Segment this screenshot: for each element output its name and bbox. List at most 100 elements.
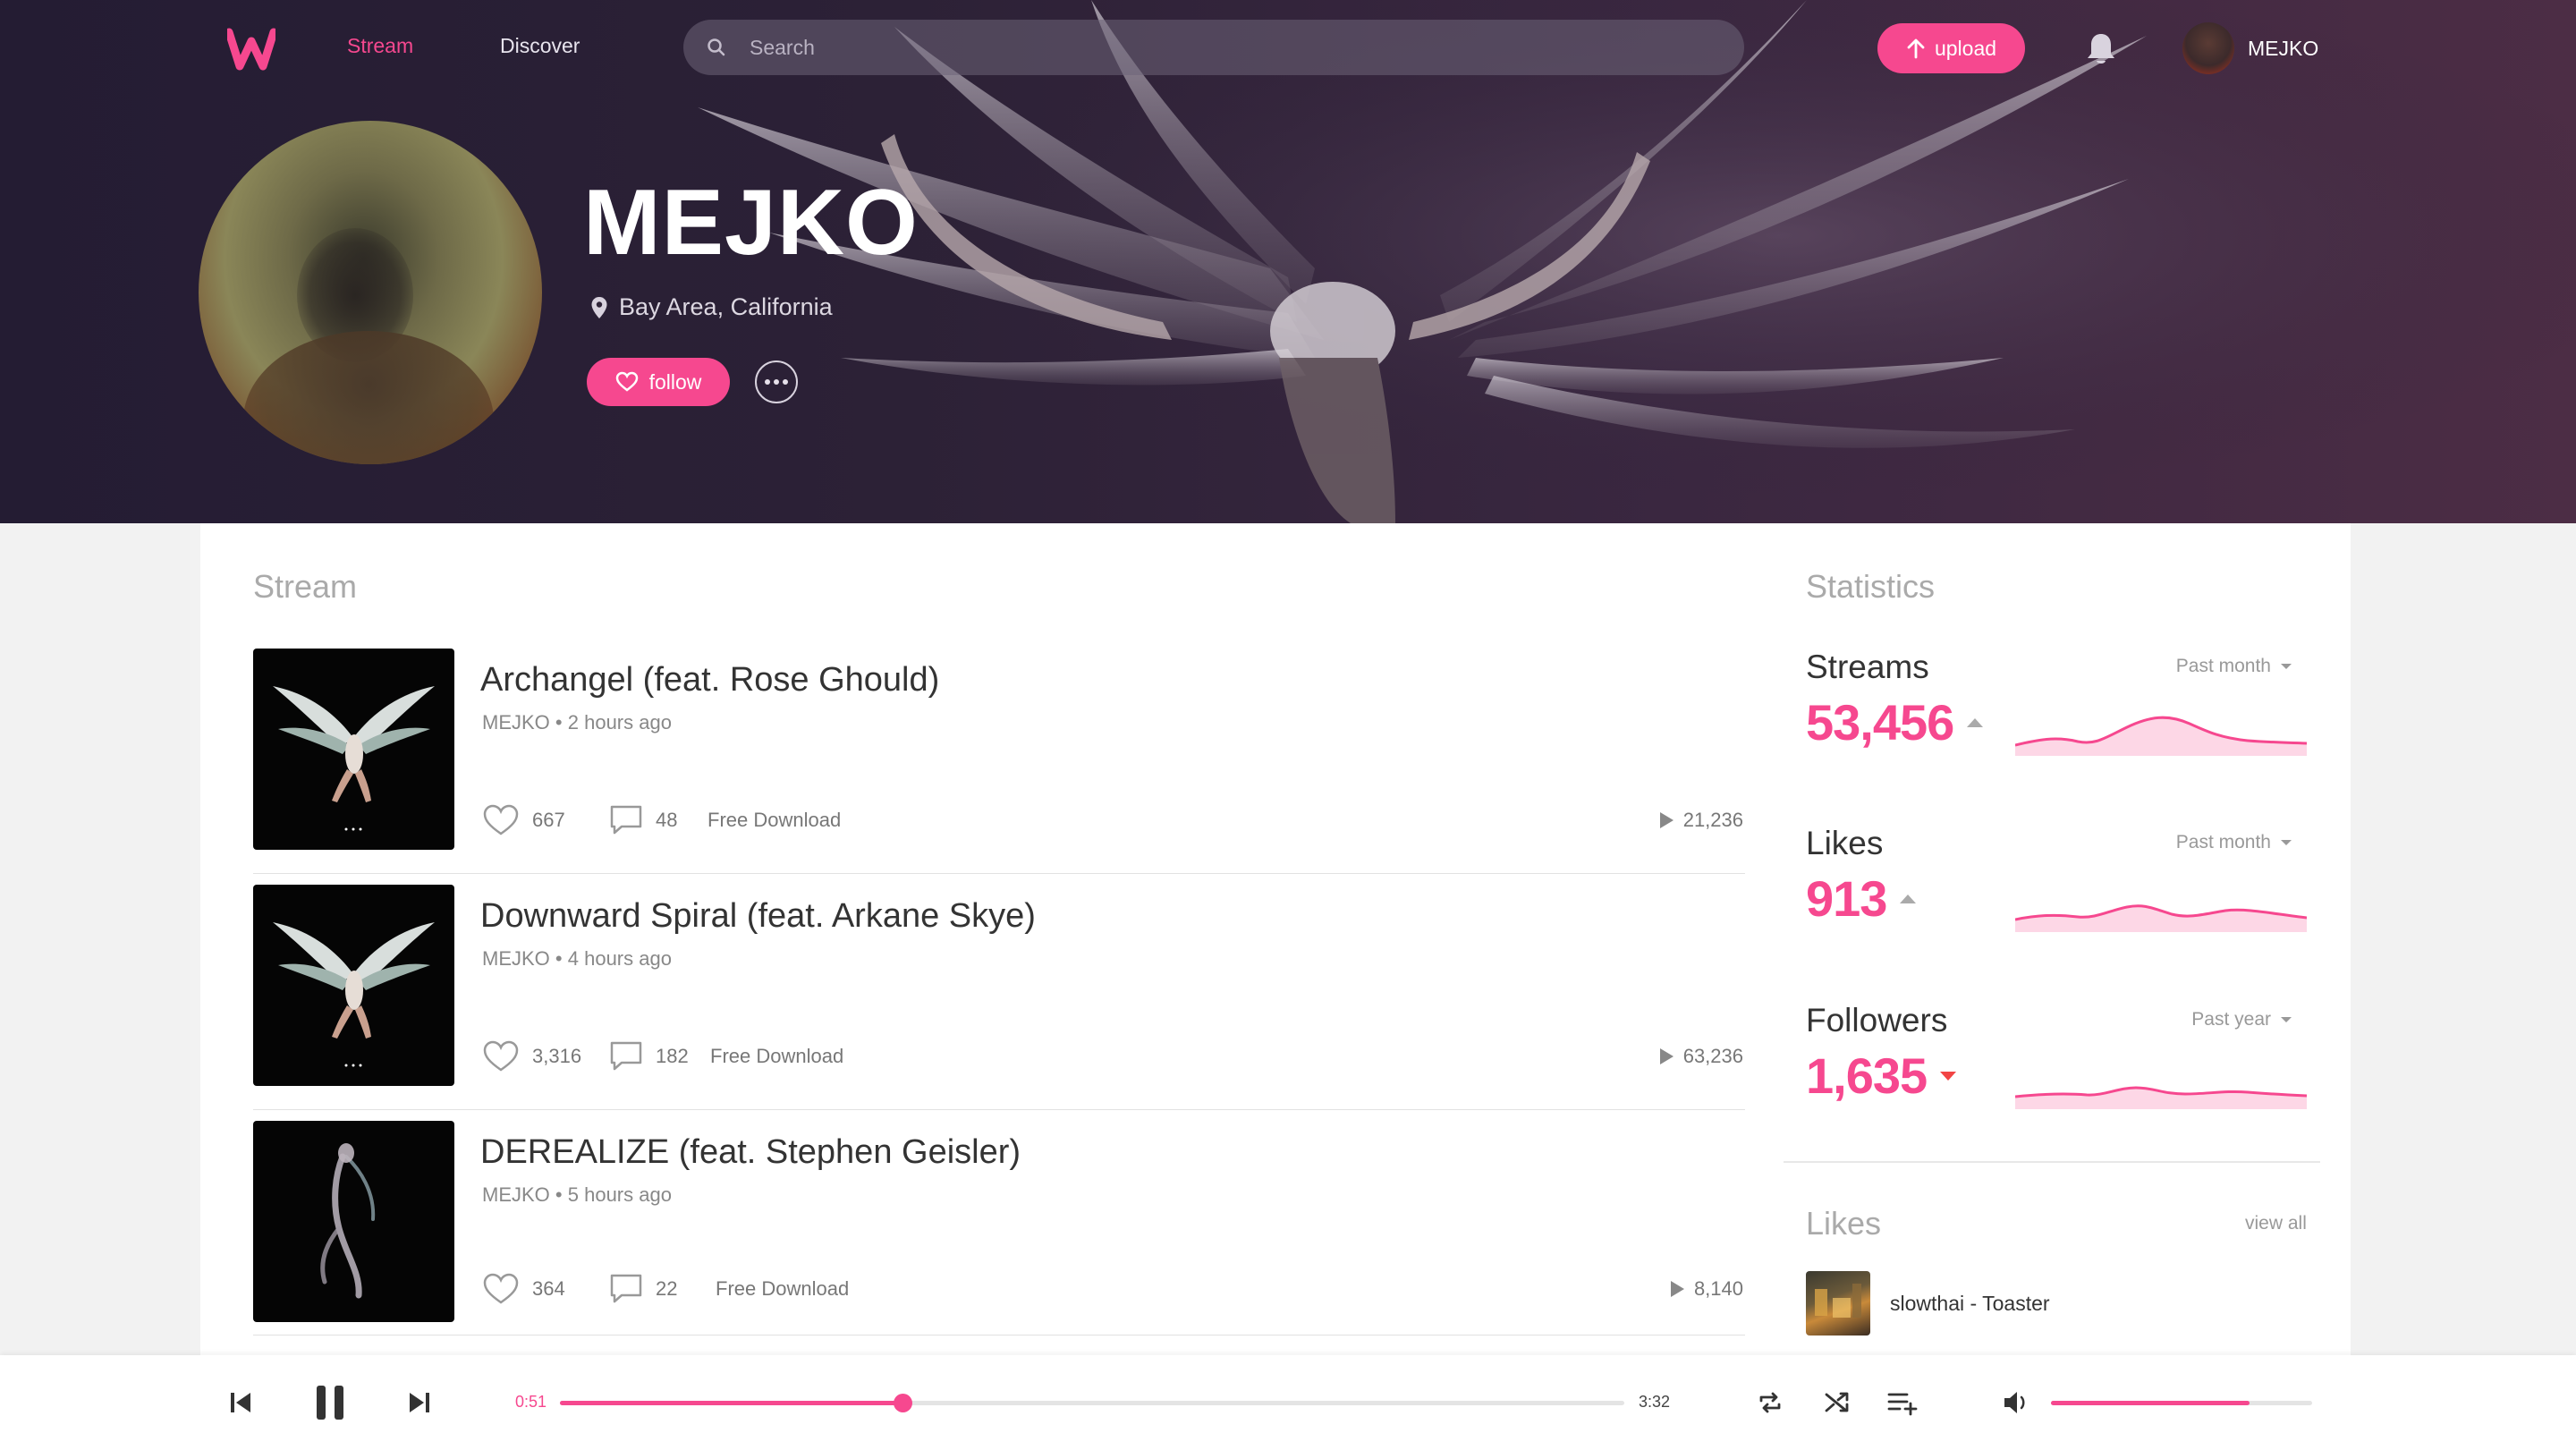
stream-section-title: Stream — [253, 568, 358, 605]
likes-section-title: Likes — [1806, 1205, 1882, 1242]
like-count: 667 — [532, 809, 565, 831]
nav-stream-link[interactable]: Stream — [347, 34, 413, 58]
track-title[interactable]: Archangel (feat. Rose Ghould) — [480, 661, 939, 700]
arrow-up-icon — [1907, 38, 1925, 59]
comment-icon — [610, 1274, 642, 1303]
comment-icon — [610, 1041, 642, 1071]
upload-button[interactable]: upload — [1877, 23, 2025, 73]
statistics-section-title: Statistics — [1806, 568, 1936, 605]
progress-bar[interactable] — [560, 1394, 1624, 1412]
volume-slider[interactable] — [2051, 1401, 2312, 1405]
track-row: Archangel (feat. Rose Ghould) MEJKO • 2 … — [253, 649, 1745, 874]
track-cover-art[interactable] — [253, 1121, 454, 1322]
stat-range-dropdown[interactable]: Past month — [2176, 656, 2292, 677]
likes-sparkline — [2015, 904, 2307, 932]
caret-down-icon — [2281, 664, 2292, 669]
play-count: 21,236 — [1658, 801, 1743, 840]
location-pin-icon — [591, 296, 607, 318]
track-actions: 667 48 Free Download 21,236 — [482, 801, 1743, 840]
play-count-icon — [1670, 1281, 1684, 1297]
previous-track-icon[interactable] — [229, 1391, 252, 1414]
track-actions: 3,316 182 Free Download 63,236 — [482, 1037, 1743, 1076]
comment-count: 22 — [656, 1277, 678, 1300]
trend-down-icon — [1940, 1071, 1957, 1081]
play-count: 8,140 — [1669, 1269, 1743, 1309]
top-navigation: Stream Discover upload MEJKO — [0, 0, 2576, 97]
liked-track-item[interactable]: slowthai - Toaster — [1806, 1271, 2050, 1336]
heart-icon — [615, 371, 638, 392]
like-count: 364 — [532, 1277, 565, 1300]
track-meta: MEJKO • 4 hours ago — [482, 947, 672, 971]
caret-down-icon — [2281, 840, 2292, 845]
track-time: 5 hours ago — [567, 1183, 672, 1206]
play-count-icon — [1659, 1048, 1674, 1064]
notification-bell-icon[interactable] — [2084, 30, 2118, 66]
w-logo-icon[interactable] — [227, 25, 275, 72]
track-title[interactable]: Downward Spiral (feat. Arkane Skye) — [480, 897, 1036, 936]
profile-avatar — [199, 121, 542, 464]
artist-location: Bay Area, California — [590, 293, 833, 321]
stat-streams: Streams Past month 53,456 — [1806, 649, 2307, 792]
free-download-link[interactable]: Free Download — [710, 1037, 843, 1076]
heart-outline-icon — [483, 1273, 519, 1304]
stat-value: 913 — [1806, 869, 1917, 928]
search-icon — [708, 38, 725, 56]
stat-number: 1,635 — [1806, 1047, 1928, 1104]
track-title[interactable]: DEREALIZE (feat. Stephen Geisler) — [480, 1133, 1021, 1172]
free-download-link[interactable]: Free Download — [708, 801, 841, 840]
search-input[interactable] — [750, 20, 1716, 75]
play-count: 63,236 — [1658, 1037, 1743, 1076]
main-content: Stream Archangel (feat. Rose Ghould) MEJ… — [200, 523, 2351, 1355]
track-artist[interactable]: MEJKO — [482, 711, 550, 733]
like-count: 3,316 — [532, 1045, 582, 1067]
like-button[interactable]: 3,316 — [482, 1037, 581, 1076]
volume-fill — [2051, 1401, 2250, 1405]
like-button[interactable]: 667 — [482, 801, 565, 840]
stat-number: 53,456 — [1806, 694, 1954, 750]
heart-outline-icon — [483, 804, 519, 835]
nav-discover-link[interactable]: Discover — [500, 34, 580, 58]
trend-up-icon — [1967, 717, 1984, 727]
location-text: Bay Area, California — [619, 293, 833, 320]
track-cover-art[interactable] — [253, 649, 454, 850]
next-track-icon[interactable] — [408, 1391, 431, 1414]
user-name[interactable]: MEJKO — [2248, 37, 2318, 61]
play-count-value: 21,236 — [1682, 809, 1743, 831]
stat-range-label: Past year — [2191, 1009, 2271, 1030]
view-all-likes-link[interactable]: view all — [2245, 1213, 2307, 1234]
search-bar[interactable] — [683, 20, 1744, 75]
comment-button[interactable]: 22 — [609, 1269, 677, 1309]
follow-button[interactable]: follow — [587, 358, 730, 406]
stat-label: Streams — [1806, 649, 1929, 685]
track-row: DEREALIZE (feat. Stephen Geisler) MEJKO … — [253, 1121, 1745, 1336]
stat-likes: Likes Past month 913 — [1806, 825, 2307, 968]
track-cover-art[interactable] — [253, 885, 454, 1086]
progress-handle[interactable] — [894, 1394, 913, 1412]
track-time: 4 hours ago — [567, 947, 672, 970]
follow-label: follow — [648, 369, 702, 394]
user-avatar[interactable] — [2182, 22, 2234, 74]
track-artist[interactable]: MEJKO — [482, 1183, 550, 1206]
shuffle-icon[interactable] — [1824, 1389, 1851, 1416]
track-row: Downward Spiral (feat. Arkane Skye) MEJK… — [253, 885, 1745, 1110]
trend-up-icon — [1900, 894, 1917, 903]
stat-range-dropdown[interactable]: Past year — [2191, 1009, 2292, 1030]
volume-icon[interactable] — [2003, 1390, 2031, 1415]
like-button[interactable]: 364 — [482, 1269, 565, 1309]
track-artist[interactable]: MEJKO — [482, 947, 550, 970]
stat-number: 913 — [1806, 870, 1887, 927]
meta-separator: • — [555, 711, 568, 733]
stat-value: 53,456 — [1806, 693, 1984, 751]
stat-range-dropdown[interactable]: Past month — [2176, 832, 2292, 853]
more-options-button[interactable] — [755, 360, 798, 403]
free-download-link[interactable]: Free Download — [716, 1269, 849, 1309]
repeat-icon[interactable] — [1757, 1389, 1784, 1416]
play-count-icon — [1659, 812, 1674, 828]
comment-button[interactable]: 48 — [609, 801, 677, 840]
play-count-value: 63,236 — [1682, 1045, 1743, 1067]
heart-outline-icon — [483, 1040, 519, 1072]
comment-button[interactable]: 182 — [609, 1037, 689, 1076]
add-to-queue-icon[interactable] — [1887, 1389, 1921, 1416]
stat-followers: Followers Past year 1,635 — [1806, 1002, 2307, 1145]
pause-icon[interactable] — [315, 1384, 345, 1421]
